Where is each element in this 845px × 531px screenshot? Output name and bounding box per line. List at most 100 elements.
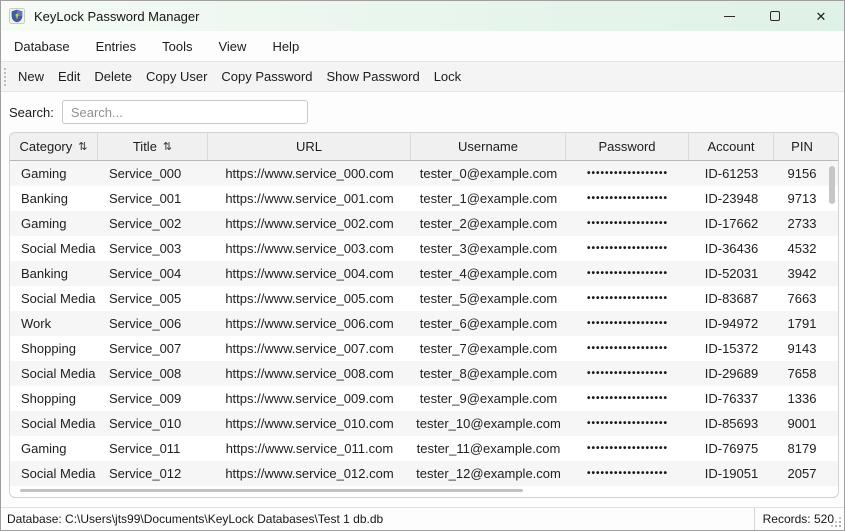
cell-title: Service_012 xyxy=(98,461,208,486)
cell-username: tester_3@example.com xyxy=(411,236,566,261)
menu-tools[interactable]: Tools xyxy=(149,31,205,61)
cell-category: Shopping xyxy=(10,336,98,361)
cell-username: tester_11@example.com xyxy=(411,436,566,461)
table-row[interactable]: Social Media Service_008 https://www.ser… xyxy=(10,361,838,386)
table-row[interactable]: Social Media Service_012 https://www.ser… xyxy=(10,461,838,486)
sort-icon: ⇅ xyxy=(78,140,87,153)
cell-password-masked: •••••••••••••••••• xyxy=(566,186,689,211)
cell-pin: 9156 xyxy=(774,161,830,186)
column-header-category[interactable]: Category ⇅ xyxy=(10,133,98,160)
table-row[interactable]: Social Media Service_003 https://www.ser… xyxy=(10,236,838,261)
menu-database[interactable]: Database xyxy=(1,31,83,61)
table-row[interactable]: Social Media Service_010 https://www.ser… xyxy=(10,411,838,436)
cell-category: Banking xyxy=(10,186,98,211)
table-row[interactable]: Gaming Service_000 https://www.service_0… xyxy=(10,161,838,186)
resize-grip[interactable] xyxy=(831,517,841,527)
cell-account: ID-36436 xyxy=(689,236,774,261)
menu-entries[interactable]: Entries xyxy=(83,31,149,61)
cell-pin: 8179 xyxy=(774,436,830,461)
horizontal-scrollbar[interactable] xyxy=(20,487,828,495)
show-password-button[interactable]: Show Password xyxy=(319,62,426,91)
cell-username: tester_1@example.com xyxy=(411,186,566,211)
cell-password-masked: •••••••••••••••••• xyxy=(566,161,689,186)
cell-url: https://www.service_007.com xyxy=(208,336,411,361)
column-header-pin[interactable]: PIN xyxy=(774,133,830,160)
cell-pin: 7658 xyxy=(774,361,830,386)
cell-password-masked: •••••••••••••••••• xyxy=(566,336,689,361)
cell-title: Service_005 xyxy=(98,286,208,311)
table-header: Category ⇅ Title ⇅ URL Username Password… xyxy=(10,133,838,161)
menu-view[interactable]: View xyxy=(205,31,259,61)
cell-username: tester_0@example.com xyxy=(411,161,566,186)
cell-password-masked: •••••••••••••••••• xyxy=(566,411,689,436)
cell-account: ID-76337 xyxy=(689,386,774,411)
edit-button[interactable]: Edit xyxy=(51,62,87,91)
cell-title: Service_010 xyxy=(98,411,208,436)
cell-account: ID-76975 xyxy=(689,436,774,461)
minimize-icon xyxy=(724,16,735,17)
new-button[interactable]: New xyxy=(11,62,51,91)
close-button[interactable]: ✕ xyxy=(798,1,844,31)
app-window: KeyLock Password Manager ✕ Database Entr… xyxy=(0,0,845,531)
cell-url: https://www.service_004.com xyxy=(208,261,411,286)
cell-title: Service_003 xyxy=(98,236,208,261)
cell-title: Service_009 xyxy=(98,386,208,411)
search-row: Search: xyxy=(1,92,844,132)
cell-account: ID-52031 xyxy=(689,261,774,286)
horizontal-scrollbar-thumb[interactable] xyxy=(20,489,523,492)
table-row[interactable]: Gaming Service_011 https://www.service_0… xyxy=(10,436,838,461)
maximize-button[interactable] xyxy=(752,1,798,31)
window-title: KeyLock Password Manager xyxy=(34,9,199,24)
cell-pin: 9001 xyxy=(774,411,830,436)
copy-user-button[interactable]: Copy User xyxy=(139,62,214,91)
vertical-scrollbar-thumb[interactable] xyxy=(829,166,835,204)
cell-account: ID-85693 xyxy=(689,411,774,436)
table-row[interactable]: Banking Service_001 https://www.service_… xyxy=(10,186,838,211)
delete-button[interactable]: Delete xyxy=(87,62,139,91)
cell-username: tester_10@example.com xyxy=(411,411,566,436)
cell-category: Social Media xyxy=(10,361,98,386)
column-label: Title xyxy=(133,139,157,154)
menu-help[interactable]: Help xyxy=(259,31,312,61)
cell-url: https://www.service_005.com xyxy=(208,286,411,311)
table-row[interactable]: Shopping Service_009 https://www.service… xyxy=(10,386,838,411)
cell-url: https://www.service_011.com xyxy=(208,436,411,461)
vertical-scrollbar[interactable] xyxy=(828,162,837,498)
column-header-title[interactable]: Title ⇅ xyxy=(98,133,208,160)
table-row[interactable]: Banking Service_004 https://www.service_… xyxy=(10,261,838,286)
search-input[interactable] xyxy=(62,100,308,124)
cell-account: ID-23948 xyxy=(689,186,774,211)
records-count-text: Records: 520 xyxy=(763,512,834,526)
entries-table: Category ⇅ Title ⇅ URL Username Password… xyxy=(9,132,839,498)
status-bar: Database: C:\Users\jts99\Documents\KeyLo… xyxy=(1,507,844,530)
cell-url: https://www.service_008.com xyxy=(208,361,411,386)
lock-button[interactable]: Lock xyxy=(427,62,468,91)
minimize-button[interactable] xyxy=(706,1,752,31)
cell-category: Social Media xyxy=(10,286,98,311)
cell-url: https://www.service_010.com xyxy=(208,411,411,436)
cell-username: tester_12@example.com xyxy=(411,461,566,486)
menu-bar: Database Entries Tools View Help xyxy=(1,31,844,61)
toolbar-grip-icon xyxy=(4,68,7,86)
cell-password-masked: •••••••••••••••••• xyxy=(566,286,689,311)
copy-password-button[interactable]: Copy Password xyxy=(214,62,319,91)
cell-category: Gaming xyxy=(10,161,98,186)
cell-category: Work xyxy=(10,311,98,336)
search-label: Search: xyxy=(9,105,54,120)
table-row[interactable]: Gaming Service_002 https://www.service_0… xyxy=(10,211,838,236)
table-row[interactable]: Shopping Service_007 https://www.service… xyxy=(10,336,838,361)
cell-title: Service_002 xyxy=(98,211,208,236)
cell-url: https://www.service_002.com xyxy=(208,211,411,236)
cell-password-masked: •••••••••••••••••• xyxy=(566,386,689,411)
table-row[interactable]: Work Service_006 https://www.service_006… xyxy=(10,311,838,336)
column-header-url[interactable]: URL xyxy=(208,133,411,160)
cell-category: Banking xyxy=(10,261,98,286)
cell-pin: 3942 xyxy=(774,261,830,286)
cell-category: Gaming xyxy=(10,436,98,461)
column-header-password[interactable]: Password xyxy=(566,133,689,160)
maximize-icon xyxy=(770,11,780,21)
table-row[interactable]: Social Media Service_005 https://www.ser… xyxy=(10,286,838,311)
column-label: Category xyxy=(20,139,73,154)
column-header-account[interactable]: Account xyxy=(689,133,774,160)
column-header-username[interactable]: Username xyxy=(411,133,566,160)
